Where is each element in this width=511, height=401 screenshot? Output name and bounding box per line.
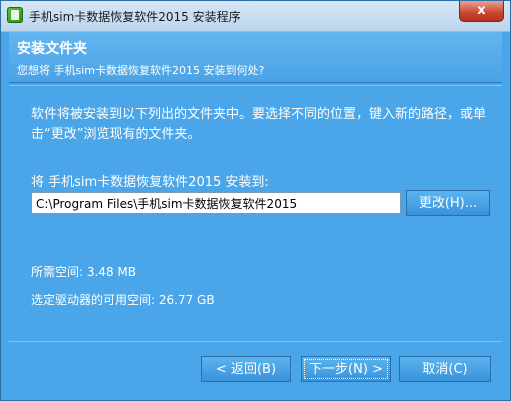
browse-button[interactable]: 更改(H)... [406,190,490,216]
installer-app-icon [7,7,23,23]
installer-window: 手机sim卡数据恢复软件2015 安装程序 x 安装文件夹 您想将 手机sim卡… [0,0,511,401]
page-subtitle: 您想将 手机sim卡数据恢复软件2015 安装到何处? [17,64,265,77]
title-bar[interactable]: 手机sim卡数据恢复软件2015 安装程序 x [1,1,510,32]
available-space-text: 选定驱动器的可用空间: 26.77 GB [31,293,215,307]
window-title: 手机sim卡数据恢复软件2015 安装程序 [29,10,241,24]
page-title: 安装文件夹 [17,41,87,57]
close-icon[interactable]: x [459,1,504,22]
cancel-button[interactable]: 取消(C) [399,356,491,382]
instructions-text: 软件将被安装到以下列出的文件夹中。要选择不同的位置，键入新的路径，或单击“更改”… [31,107,487,142]
required-space-text: 所需空间: 3.48 MB [31,265,136,279]
install-location-label: 将 手机sim卡数据恢复软件2015 安装到: [31,175,269,190]
header-band: 安装文件夹 您想将 手机sim卡数据恢复软件2015 安装到何处? [9,32,502,83]
header-divider [9,85,502,86]
next-button[interactable]: 下一步(N) > [301,356,391,382]
install-path-input[interactable] [31,192,401,214]
footer-divider [9,341,502,342]
back-button[interactable]: < 返回(B) [201,356,291,382]
